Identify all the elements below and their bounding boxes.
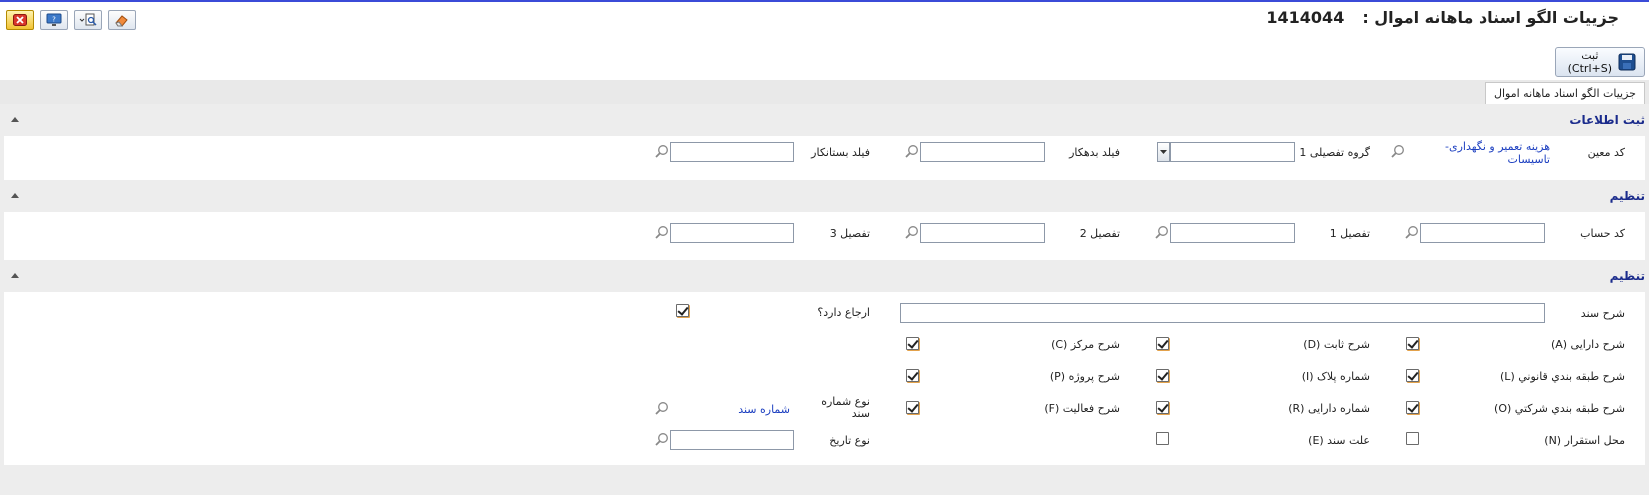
search-icon[interactable]	[905, 144, 919, 158]
doc-reason-label: علت سند (E)	[1308, 434, 1370, 447]
docnum-type-value-link[interactable]: شماره سند	[738, 403, 790, 416]
detail1-input[interactable]	[1170, 223, 1295, 243]
collapse-icon[interactable]	[11, 117, 19, 122]
section-body-settings: کد حساب تفصیل 1 تفصیل 2 تفصیل 3	[4, 216, 1645, 256]
section-title: تنظیم	[1609, 189, 1645, 203]
collapse-icon[interactable]	[11, 193, 19, 198]
detail3-input[interactable]	[670, 223, 794, 243]
asset-desc-checkbox[interactable]	[1406, 337, 1419, 350]
creditor-field-label: فیلد بستانکار	[811, 146, 870, 159]
close-icon	[13, 14, 27, 26]
clear-button[interactable]	[108, 10, 136, 30]
moein-label: کد معین	[1587, 146, 1625, 159]
plate-no-checkbox[interactable]	[1156, 369, 1169, 382]
help-button[interactable]: ?	[40, 10, 68, 30]
tab-details[interactable]: جزییات الگو اسناد ماهانه اموال	[1485, 82, 1645, 104]
group-detail-label: گروه تفصیلی 1	[1299, 146, 1370, 159]
asset-no-label: شماره دارایی (R)	[1288, 402, 1370, 415]
save-label: ثبت	[1581, 49, 1599, 62]
tab-strip	[0, 80, 1649, 104]
search-icon[interactable]	[1405, 225, 1419, 239]
section-title: تنظیم	[1609, 269, 1645, 283]
page-title-row: جزییات الگو اسناد ماهانه اموال : 1414044	[1266, 8, 1619, 27]
page-title: جزییات الگو اسناد ماهانه اموال :	[1362, 8, 1619, 27]
account-code-label: کد حساب	[1580, 227, 1625, 240]
date-type-label: نوع تاریخ	[829, 434, 870, 447]
detail1-label: تفصیل 1	[1329, 227, 1370, 240]
section-body-settings-2: شرح سند ارجاع دارد؟ شرح دارایی (A) شرح ث…	[4, 296, 1645, 465]
save-button[interactable]: ثبت (Ctrl+S)	[1555, 47, 1645, 77]
fixed-desc-label: شرح ثابت (D)	[1303, 338, 1370, 351]
activity-desc-checkbox[interactable]	[906, 401, 919, 414]
doc-reason-checkbox[interactable]	[1156, 432, 1169, 445]
section-body-register: کد معین هزینه تعمیر و نگهداری- تاسیسات گ…	[4, 136, 1645, 176]
save-shortcut: (Ctrl+S)	[1567, 62, 1612, 75]
debtor-field-input[interactable]	[920, 142, 1045, 162]
detail3-label: تفصیل 3	[829, 227, 870, 240]
section-header-settings[interactable]: تنظیم	[0, 180, 1649, 212]
search-icon[interactable]	[1155, 225, 1169, 239]
activity-desc-label: شرح فعالیت (F)	[1044, 402, 1120, 415]
chevron-down-icon	[1160, 150, 1167, 154]
account-code-input[interactable]	[1420, 223, 1545, 243]
svg-text:?: ?	[52, 16, 56, 24]
preview-dropdown-button[interactable]	[74, 10, 102, 30]
search-icon[interactable]	[655, 144, 669, 158]
search-icon[interactable]	[905, 225, 919, 239]
moein-value-line1: هزینه تعمیر و نگهداری-	[1445, 140, 1550, 153]
legal-class-label: شرح طبقه بندي قانوني (L)	[1500, 370, 1625, 383]
project-desc-checkbox[interactable]	[906, 369, 919, 382]
asset-desc-label: شرح دارایی (A)	[1550, 338, 1625, 351]
asset-no-checkbox[interactable]	[1156, 401, 1169, 414]
docnum-type-label-line2: سند	[851, 407, 870, 420]
detail2-input[interactable]	[920, 223, 1045, 243]
has-ref-checkbox[interactable]	[676, 304, 689, 317]
group-detail-select[interactable]	[1170, 142, 1295, 162]
right-gutter	[1645, 104, 1649, 495]
date-type-input[interactable]	[670, 430, 794, 450]
toolbar: ?	[6, 10, 136, 30]
footer-band	[0, 465, 1649, 495]
moein-value-line2: تاسیسات	[1507, 153, 1550, 166]
group-detail-dropdown-button[interactable]	[1157, 142, 1170, 162]
center-desc-label: شرح مرکز (C)	[1051, 338, 1120, 351]
collapse-icon[interactable]	[11, 273, 19, 278]
section-title: ثبت اطلاعات	[1569, 113, 1645, 127]
search-icon[interactable]	[655, 432, 669, 446]
center-desc-checkbox[interactable]	[906, 337, 919, 350]
creditor-field-input[interactable]	[670, 142, 794, 162]
project-desc-label: شرح پروژه (P)	[1049, 370, 1120, 383]
save-button-label: ثبت (Ctrl+S)	[1568, 49, 1612, 75]
search-icon[interactable]	[1391, 144, 1405, 158]
company-class-label: شرح طبقه بندي شرکتي (O)	[1494, 402, 1625, 415]
debtor-field-label: فیلد بدهکار	[1069, 146, 1120, 159]
company-class-checkbox[interactable]	[1406, 401, 1419, 414]
doc-desc-input[interactable]	[900, 303, 1545, 323]
record-number: 1414044	[1266, 8, 1345, 27]
legal-class-checkbox[interactable]	[1406, 369, 1419, 382]
has-ref-label: ارجاع دارد؟	[817, 306, 870, 319]
eraser-icon	[115, 15, 128, 27]
search-icon[interactable]	[655, 225, 669, 239]
docnum-type-label: نوع شماره سند	[821, 396, 870, 420]
search-icon[interactable]	[655, 401, 669, 415]
plate-no-label: شماره پلاک (I)	[1301, 370, 1370, 383]
top-accent-line	[0, 0, 1649, 2]
floppy-disk-icon	[1618, 53, 1636, 71]
section-header-settings-2[interactable]: تنظیم	[0, 260, 1649, 292]
close-button[interactable]	[6, 10, 34, 30]
fixed-desc-checkbox[interactable]	[1156, 337, 1169, 350]
detail2-label: تفصیل 2	[1079, 227, 1120, 240]
location-label: محل استقرار (N)	[1544, 434, 1625, 447]
location-checkbox[interactable]	[1406, 432, 1419, 445]
monitor-help-icon: ?	[46, 13, 62, 26]
section-header-register[interactable]: ثبت اطلاعات	[0, 104, 1649, 136]
moein-value-link[interactable]: هزینه تعمیر و نگهداری- تاسیسات	[1445, 140, 1550, 168]
document-search-icon	[79, 13, 97, 26]
doc-desc-label: شرح سند	[1580, 307, 1625, 320]
